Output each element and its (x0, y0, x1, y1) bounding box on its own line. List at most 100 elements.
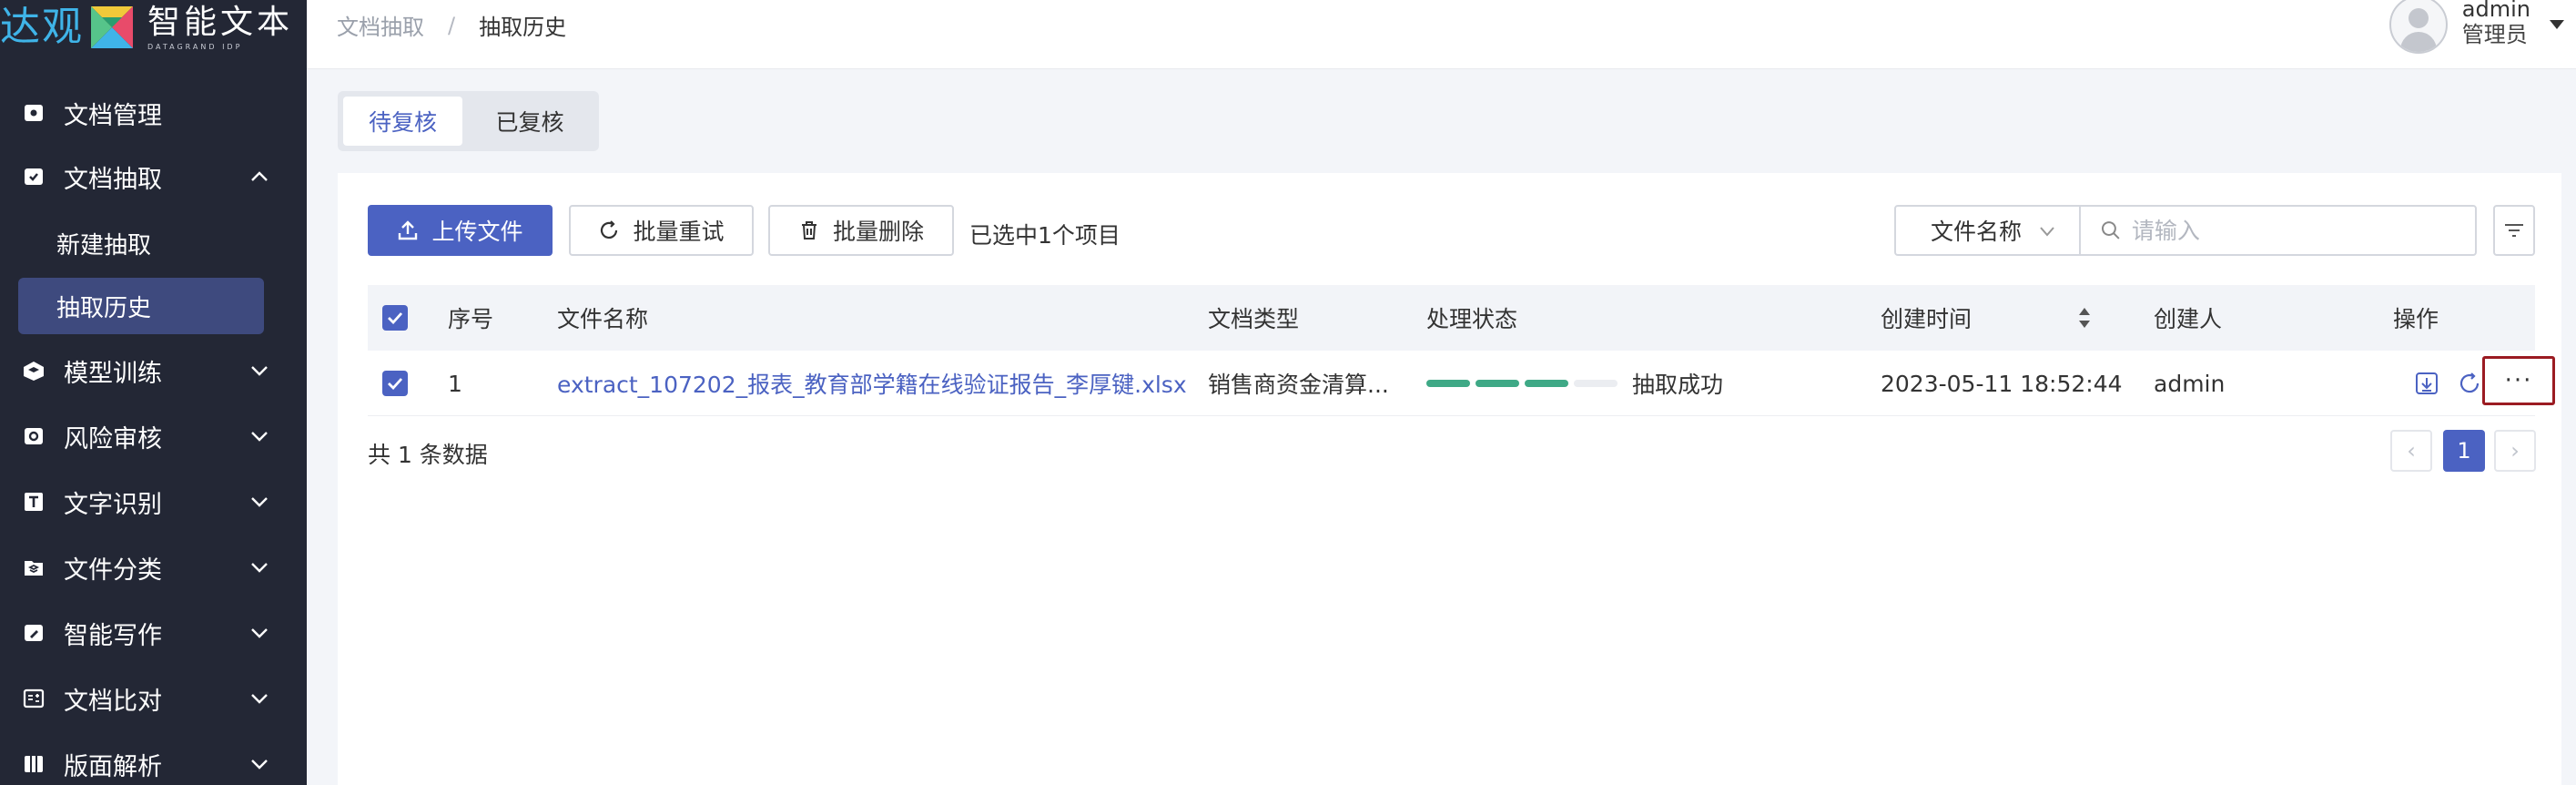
column-header-actions: 操作 (2393, 306, 2439, 332)
logo-mark-icon (91, 6, 133, 48)
sidebar-item-label: 文件分类 (64, 556, 162, 585)
sidebar-item-label: 版面解析 (64, 752, 162, 781)
document-icon (22, 101, 46, 125)
sidebar-subitem-new-extraction[interactable]: 新建抽取 (0, 215, 307, 271)
creator-cell: admin (2154, 370, 2226, 397)
filter-icon (2505, 224, 2523, 237)
page-1-button[interactable]: 1 (2443, 430, 2485, 472)
batch-delete-button[interactable]: 批量删除 (768, 205, 954, 256)
status-text: 抽取成功 (1632, 372, 1724, 398)
avatar-body-shape (2399, 32, 2437, 52)
search-input[interactable] (2131, 217, 2475, 244)
progress-segment (1426, 380, 1470, 387)
extract-icon (22, 165, 46, 189)
created-time-cell: 2023-05-11 18:52:44 (1881, 370, 2123, 397)
status-cell: 抽取成功 (1426, 351, 1723, 416)
breadcrumb-item-extraction[interactable]: 文档抽取 (337, 9, 424, 41)
tab-pending-review[interactable]: 待复核 (343, 97, 462, 146)
user-menu[interactable]: admin 管理员 (2388, 0, 2576, 55)
check-icon (388, 378, 403, 390)
column-header-file-name: 文件名称 (557, 306, 649, 332)
progress-bar (1426, 380, 1623, 387)
sidebar-item-label: 模型训练 (64, 359, 162, 388)
row-select-cell (382, 351, 408, 416)
upload-file-label: 上传文件 (431, 219, 523, 245)
prev-page-button[interactable]: ‹ (2390, 430, 2432, 472)
sidebar-item-document-management[interactable]: 文档管理 (0, 86, 307, 140)
more-actions-button[interactable]: ··· (2482, 356, 2555, 405)
row-index: 1 (448, 370, 462, 397)
breadcrumb-separator: / (448, 12, 456, 38)
column-header-index: 序号 (448, 306, 494, 332)
chevron-down-icon[interactable] (250, 363, 269, 378)
retry-icon[interactable] (2457, 371, 2482, 396)
tab-reviewed[interactable]: 已复核 (467, 97, 593, 146)
row-checkbox[interactable] (382, 371, 408, 396)
upload-file-button[interactable]: 上传文件 (368, 205, 553, 256)
model-icon (22, 359, 46, 382)
user-name: admin (2461, 0, 2530, 22)
next-page-button[interactable]: › (2494, 430, 2536, 472)
file-name-link[interactable]: extract_107202_报表_教育部学籍在线验证报告_李厚键.xlsx (557, 351, 1187, 416)
sidebar-item-smart-writing[interactable]: 智能写作 (0, 606, 307, 660)
download-icon[interactable] (2414, 371, 2439, 396)
chevron-up-icon[interactable] (250, 169, 269, 184)
sidebar-item-model-training[interactable]: 模型训练 (0, 343, 307, 398)
batch-retry-label: 批量重试 (633, 219, 725, 245)
chevron-right-icon: › (2510, 438, 2520, 464)
table-row: 1 extract_107202_报表_教育部学籍在线验证报告_李厚键.xlsx… (368, 351, 2555, 416)
search-field-value: 文件名称 (1931, 219, 2023, 245)
select-all-cell (382, 285, 408, 351)
progress-segment (1476, 380, 1519, 387)
chevron-down-icon[interactable] (250, 757, 269, 771)
sidebar-item-document-extraction[interactable]: 文档抽取 (0, 149, 307, 204)
sidebar-item-layout-analysis[interactable]: 版面解析 (0, 737, 307, 785)
refresh-icon (601, 220, 618, 239)
search-field-select[interactable]: 文件名称 (1894, 205, 2081, 256)
chevron-down-icon[interactable] (250, 560, 269, 575)
column-filter-button[interactable] (2493, 205, 2535, 256)
review-tabs: 待复核 已复核 (338, 91, 599, 151)
sidebar-item-document-compare[interactable]: 文档比对 (0, 671, 307, 726)
trash-icon (801, 221, 816, 240)
column-header-doc-type: 文档类型 (1208, 306, 1300, 332)
chevron-down-icon[interactable] (250, 626, 269, 640)
logo[interactable]: 达观 智能文本 DATAGRAND IDP (0, 0, 307, 55)
chevron-down-icon[interactable] (250, 691, 269, 706)
column-header-created-time[interactable]: 创建时间 (1881, 285, 1972, 351)
sidebar-item-text-recognition[interactable]: 文字识别 (0, 474, 307, 529)
column-header-status: 处理状态 (1426, 306, 1518, 332)
sidebar-item-label: 文档抽取 (64, 165, 162, 194)
compare-icon (22, 687, 46, 710)
breadcrumb-item-history: 抽取历史 (479, 15, 567, 40)
logo-text: 智能文本 DATAGRAND IDP (147, 3, 294, 51)
logo-subtitle: DATAGRAND IDP (147, 42, 243, 51)
layout-icon (22, 752, 46, 776)
batch-retry-button[interactable]: 批量重试 (569, 205, 754, 256)
chevron-left-icon: ‹ (2407, 438, 2416, 464)
user-role: 管理员 (2461, 22, 2528, 47)
main-card: 上传文件 批量重试 批量删除 已选中1个项目 文件名称 序号 文件名称 文档类型… (338, 173, 2561, 785)
select-all-checkbox[interactable] (382, 305, 408, 331)
sidebar-subitem-label: 新建抽取 (56, 231, 152, 260)
avatar[interactable] (2388, 0, 2448, 54)
sidebar: 达观 智能文本 DATAGRAND IDP 文档管理 文档抽取 新建抽取 抽取历… (0, 0, 307, 785)
sort-icon[interactable] (2077, 305, 2092, 331)
search-icon (2101, 221, 2120, 240)
sidebar-subitem-extraction-history[interactable]: 抽取历史 (0, 278, 307, 334)
logo-name: 智能文本 (147, 3, 294, 41)
risk-icon (22, 424, 46, 448)
breadcrumb: 文档抽取 / 抽取历史 (337, 9, 566, 41)
doc-type-cell: 销售商资金清算... (1208, 372, 1389, 398)
total-count-text: 共 1 条数据 (368, 442, 488, 468)
progress-segment (1574, 380, 1618, 387)
sidebar-subitem-label: 抽取历史 (56, 294, 152, 322)
column-header-creator: 创建人 (2154, 306, 2223, 332)
text-ocr-icon (22, 490, 46, 514)
chevron-down-icon[interactable] (250, 494, 269, 509)
chevron-down-icon[interactable] (250, 429, 269, 443)
caret-down-icon[interactable] (2549, 18, 2565, 31)
sidebar-item-label: 智能写作 (64, 621, 162, 650)
sidebar-item-file-classification[interactable]: 文件分类 (0, 540, 307, 595)
sidebar-item-risk-review[interactable]: 风险审核 (0, 409, 307, 464)
